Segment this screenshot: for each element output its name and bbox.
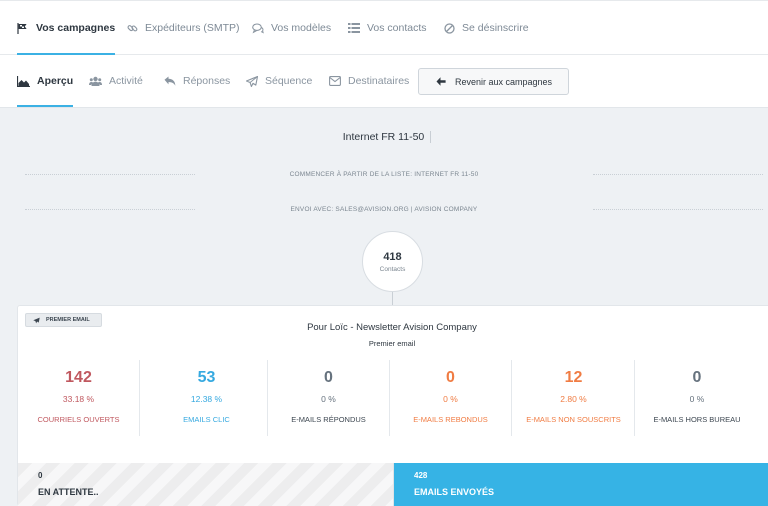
stat-value: 0 bbox=[692, 369, 702, 386]
list-line: COMMENCER À PARTIR DE LA LISTE: INTERNET… bbox=[289, 171, 479, 178]
stat-label: E-MAILS RÉPONDUS bbox=[291, 415, 366, 424]
stat-percent: 0 % bbox=[443, 394, 458, 404]
stat-label: E-MAILS REBONDUS bbox=[413, 415, 488, 424]
contacts-count: 418 Contacts bbox=[362, 231, 423, 292]
tab-label: Séquence bbox=[265, 75, 313, 87]
tab-label: Destinataires bbox=[348, 75, 410, 87]
area-chart-icon bbox=[17, 75, 30, 87]
pending-count: 0 bbox=[38, 471, 43, 480]
stat-column: 12 2.80 % E-MAILS NON SOUSCRITS bbox=[513, 360, 635, 436]
stat-percent: 33.18 % bbox=[62, 394, 95, 404]
tab-apercu[interactable]: Aperçu bbox=[17, 55, 74, 107]
list-icon bbox=[348, 22, 360, 34]
pending-label: EN ATTENTE.. bbox=[38, 487, 99, 497]
stat-label: COURRIELS OUVERTS bbox=[37, 415, 120, 424]
sent-count: 428 bbox=[414, 471, 428, 480]
campaign-title-text: Internet FR 11-50 bbox=[336, 131, 432, 143]
nav-label: Vos campagnes bbox=[36, 22, 116, 34]
tab-label: Aperçu bbox=[37, 75, 74, 87]
connector-line bbox=[392, 292, 393, 305]
stat-value: 0 bbox=[324, 369, 333, 386]
reply-icon bbox=[163, 75, 176, 87]
ban-icon bbox=[443, 22, 455, 34]
campaign-subnav: Aperçu Activité Réponses Séquence Destin… bbox=[0, 55, 768, 108]
tab-label: Activité bbox=[109, 75, 143, 87]
stat-column: 0 0 % E-MAILS REBONDUS bbox=[390, 360, 512, 436]
stat-percent: 12.38 % bbox=[190, 394, 223, 404]
stat-value: 0 bbox=[446, 369, 455, 386]
stat-label: E-MAILS NON SOUSCRITS bbox=[526, 415, 621, 424]
stat-percent: 0 % bbox=[689, 394, 705, 404]
back-button-label: Revenir aux campagnes bbox=[455, 76, 553, 87]
stat-label: E-MAILS HORS BUREAU bbox=[653, 415, 741, 424]
nav-label: Expéditeurs (SMTP) bbox=[145, 22, 240, 34]
tab-sequence[interactable]: Séquence bbox=[245, 55, 312, 107]
chat-bubble-icon bbox=[252, 22, 264, 34]
nav-expediteurs[interactable]: Expéditeurs (SMTP) bbox=[126, 1, 240, 55]
nav-vos-campagnes[interactable]: Vos campagnes bbox=[17, 1, 116, 55]
tab-activite[interactable]: Activité bbox=[89, 55, 143, 107]
stat-percent: 0 % bbox=[321, 394, 336, 404]
back-to-campaigns-button[interactable]: Revenir aux campagnes bbox=[418, 68, 569, 95]
sent-panel: 428 EMAILS ENVOYÉS bbox=[394, 463, 768, 506]
stat-value: 53 bbox=[197, 369, 216, 386]
nav-vos-modeles[interactable]: Vos modèles bbox=[252, 1, 331, 55]
main-nav: Vos campagnes Expéditeurs (SMTP) Vos mod… bbox=[0, 0, 768, 55]
stat-value: 142 bbox=[65, 369, 92, 386]
nav-vos-contacts[interactable]: Vos contacts bbox=[348, 1, 427, 55]
sent-label: EMAILS ENVOYÉS bbox=[414, 487, 495, 497]
paper-plane-icon bbox=[245, 75, 258, 87]
email-step-card: PREMIER EMAIL Pour Loïc - Newsletter Avi… bbox=[17, 305, 768, 506]
contacts-number: 418 bbox=[383, 250, 402, 263]
tab-destinataires[interactable]: Destinataires bbox=[328, 55, 409, 107]
stat-column: 53 12.38 % EMAILS CLIC bbox=[146, 360, 268, 436]
tab-reponses[interactable]: Réponses bbox=[163, 55, 230, 107]
nav-se-desinscrire[interactable]: Se désinscrire bbox=[443, 1, 529, 55]
tab-label: Réponses bbox=[183, 75, 231, 87]
stat-percent: 2.80 % bbox=[560, 394, 587, 404]
contacts-label: Contacts bbox=[379, 265, 406, 273]
email-title: Pour Loïc - Newsletter Avision Company bbox=[307, 322, 477, 333]
nav-label: Vos modèles bbox=[271, 22, 332, 34]
stat-column: 142 33.18 % COURRIELS OUVERTS bbox=[18, 360, 140, 436]
nav-label: Se désinscrire bbox=[462, 22, 529, 34]
stat-label: EMAILS CLIC bbox=[183, 415, 230, 424]
stat-value: 12 bbox=[564, 369, 583, 386]
stat-column: 0 0 % E-MAILS HORS BUREAU bbox=[636, 360, 758, 436]
pending-panel: 0 EN ATTENTE.. bbox=[18, 463, 394, 506]
envelope-icon bbox=[328, 75, 341, 87]
nav-label: Vos contacts bbox=[367, 22, 427, 34]
campaign-title: Internet FR 11-50 bbox=[0, 131, 768, 143]
arrow-left-icon bbox=[436, 77, 446, 86]
users-icon bbox=[89, 75, 102, 87]
sender-line: ENVOI AVEC: SALES@AVISION.ORG | AVISION … bbox=[290, 206, 478, 213]
flag-icon bbox=[17, 22, 29, 34]
stat-column: 0 0 % E-MAILS RÉPONDUS bbox=[268, 360, 390, 436]
email-subtitle: Premier email bbox=[368, 339, 416, 348]
link-icon bbox=[126, 22, 138, 34]
